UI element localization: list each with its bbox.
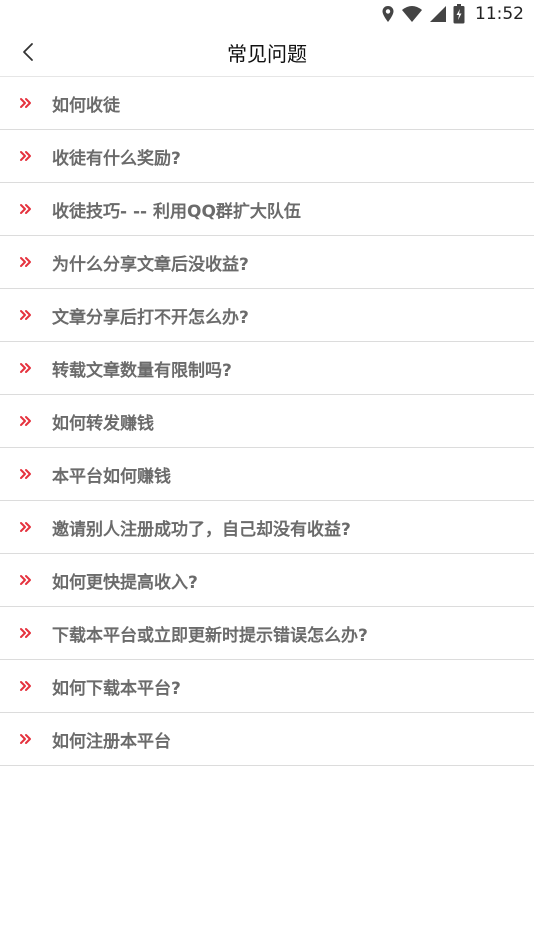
back-button[interactable] bbox=[14, 38, 42, 66]
faq-item[interactable]: 为什么分享文章后没收益? bbox=[0, 236, 534, 289]
faq-item[interactable]: 文章分享后打不开怎么办? bbox=[0, 289, 534, 342]
faq-item-label: 如何下载本平台? bbox=[52, 678, 181, 699]
faq-item[interactable]: 如何收徒 bbox=[0, 77, 534, 130]
faq-item-label: 如何转发赚钱 bbox=[52, 413, 154, 434]
faq-item-label: 邀请别人注册成功了，自己却没有收益? bbox=[52, 519, 351, 540]
faq-item-label: 如何收徒 bbox=[52, 95, 120, 116]
faq-item-label: 下载本平台或立即更新时提示错误怎么办? bbox=[52, 625, 368, 646]
faq-item[interactable]: 如何更快提高收入? bbox=[0, 554, 534, 607]
battery-icon bbox=[453, 4, 465, 24]
status-time: 11:52 bbox=[475, 4, 524, 24]
status-bar: 11:52 bbox=[0, 0, 534, 28]
double-chevron-right-icon bbox=[0, 97, 52, 109]
faq-item[interactable]: 如何转发赚钱 bbox=[0, 395, 534, 448]
double-chevron-right-icon bbox=[0, 150, 52, 162]
faq-item[interactable]: 本平台如何赚钱 bbox=[0, 448, 534, 501]
faq-item-label: 收徒有什么奖励? bbox=[52, 148, 181, 169]
double-chevron-right-icon bbox=[0, 309, 52, 321]
double-chevron-right-icon bbox=[0, 362, 52, 374]
double-chevron-right-icon bbox=[0, 521, 52, 533]
faq-item-label: 文章分享后打不开怎么办? bbox=[52, 307, 249, 328]
faq-item[interactable]: 转载文章数量有限制吗? bbox=[0, 342, 534, 395]
faq-item-label: 如何更快提高收入? bbox=[52, 572, 198, 593]
faq-item[interactable]: 如何注册本平台 bbox=[0, 713, 534, 766]
faq-item-label: 如何注册本平台 bbox=[52, 731, 171, 752]
faq-item-label: 转载文章数量有限制吗? bbox=[52, 360, 232, 381]
wifi-icon bbox=[401, 5, 423, 23]
double-chevron-right-icon bbox=[0, 468, 52, 480]
double-chevron-right-icon bbox=[0, 574, 52, 586]
double-chevron-right-icon bbox=[0, 203, 52, 215]
double-chevron-right-icon bbox=[0, 733, 52, 745]
faq-list: 如何收徒收徒有什么奖励? 收徒技巧- -- 利用QQ群扩大队伍 为什么分享文章后没收… bbox=[0, 77, 534, 766]
faq-item[interactable]: 下载本平台或立即更新时提示错误怎么办? bbox=[0, 607, 534, 660]
double-chevron-right-icon bbox=[0, 415, 52, 427]
faq-item[interactable]: 如何下载本平台? bbox=[0, 660, 534, 713]
faq-item[interactable]: 收徒有什么奖励? bbox=[0, 130, 534, 183]
faq-item-label: 收徒技巧- -- 利用QQ群扩大队伍 bbox=[52, 201, 301, 222]
double-chevron-right-icon bbox=[0, 256, 52, 268]
signal-icon bbox=[429, 5, 447, 23]
double-chevron-right-icon bbox=[0, 627, 52, 639]
page-title: 常见问题 bbox=[227, 41, 307, 66]
app-header: 常见问题 bbox=[0, 28, 534, 77]
location-icon bbox=[381, 5, 395, 23]
double-chevron-right-icon bbox=[0, 680, 52, 692]
faq-item-label: 为什么分享文章后没收益? bbox=[52, 254, 249, 275]
faq-item-label: 本平台如何赚钱 bbox=[52, 466, 171, 487]
faq-item[interactable]: 收徒技巧- -- 利用QQ群扩大队伍 bbox=[0, 183, 534, 236]
faq-item[interactable]: 邀请别人注册成功了，自己却没有收益? bbox=[0, 501, 534, 554]
back-chevron-icon bbox=[23, 43, 33, 61]
